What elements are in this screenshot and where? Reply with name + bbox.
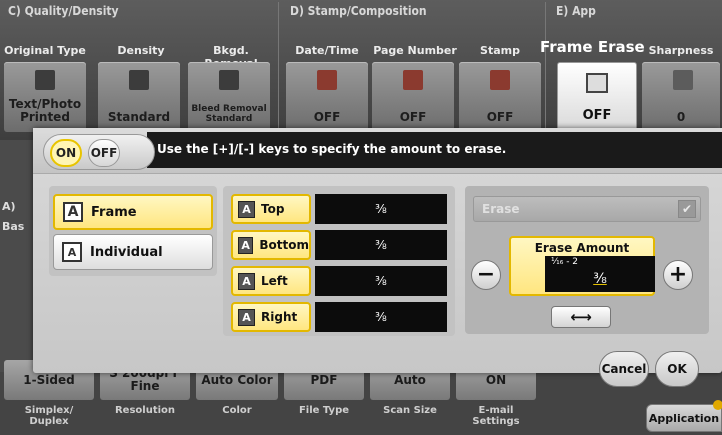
erase-label: Erase	[482, 202, 520, 216]
edge-row-left: A Left ⅜	[231, 266, 455, 296]
right-edge-button[interactable]: A Right	[231, 302, 311, 332]
erase-checkbox[interactable]: Erase ✔	[473, 196, 701, 222]
page-number-tile[interactable]: OFF	[372, 62, 454, 132]
unit-toggle-button[interactable]: ⟷	[551, 306, 611, 328]
bottom-edge-value: ⅜	[315, 230, 447, 260]
frame-erase-tile[interactable]: OFF	[557, 62, 637, 134]
top-edge-value: ⅜	[315, 194, 447, 224]
ok-button[interactable]: OK	[655, 351, 699, 387]
left-edge-value: ⅜	[315, 266, 447, 296]
frame-icon: A	[63, 202, 83, 222]
off-button[interactable]: OFF	[88, 139, 120, 167]
right-edge-icon: A	[238, 308, 255, 326]
date-time-value: OFF	[313, 110, 341, 124]
scan-size-label: Scan Size	[383, 405, 437, 416]
individual-mode-button[interactable]: A Individual	[53, 234, 213, 270]
section-divider	[545, 2, 546, 130]
application-label: Application	[648, 411, 720, 425]
hidden-section-label: A)	[2, 200, 16, 213]
density-scale-icon	[129, 70, 149, 90]
text-photo-icon	[35, 70, 55, 90]
edge-row-right: A Right ⅜	[231, 302, 455, 332]
column-label-frame-erase: Frame Erase	[540, 38, 645, 56]
erase-amount-title: Erase Amount	[534, 241, 630, 255]
stamp-value: OFF	[486, 110, 514, 124]
section-divider	[278, 2, 279, 130]
erase-amount-range: ¹⁄₁₆ - 2	[551, 257, 579, 267]
bkgd-removal-tile[interactable]: Bleed Removal Standard	[188, 62, 270, 132]
top-edge-button[interactable]: A Top	[231, 194, 311, 224]
individual-icon: A	[62, 242, 82, 262]
stamp-tile[interactable]: OFF	[459, 62, 541, 132]
resolution-label: Resolution	[114, 405, 176, 416]
frame-erase-dialog: Use the [+]/[-] keys to specify the amou…	[33, 128, 722, 387]
top-edge-label: Top	[261, 202, 285, 216]
simplex-duplex-label: Simplex/ Duplex	[24, 405, 74, 427]
section-title-quality-density: C) Quality/Density	[8, 4, 119, 18]
left-edge-button[interactable]: A Left	[231, 266, 311, 296]
original-type-value: Text/Photo Printed	[8, 97, 82, 124]
background-removal-icon	[219, 70, 239, 90]
left-edge-label: Left	[261, 274, 288, 288]
file-type-label: File Type	[298, 405, 350, 416]
instruction-message: Use the [+]/[-] keys to specify the amou…	[157, 142, 507, 156]
application-button[interactable]: Application	[646, 400, 722, 432]
column-label-date-time: Date/Time	[295, 44, 359, 57]
frame-mode-label: Frame	[91, 204, 137, 220]
frame-mode-button[interactable]: A Frame	[53, 194, 213, 230]
edge-values-panel: A Top ⅜ A Bottom ⅜ A Left ⅜ A Right ⅜	[223, 186, 455, 336]
right-edge-label: Right	[261, 310, 298, 324]
original-type-tile[interactable]: Text/Photo Printed	[4, 62, 86, 132]
bottom-edge-label: Bottom	[259, 238, 309, 252]
edge-row-bottom: A Bottom ⅜	[231, 230, 455, 260]
column-label-page-number: Page Number	[373, 44, 457, 57]
column-label-stamp: Stamp	[480, 44, 520, 57]
hidden-section-label: Bas	[2, 220, 25, 233]
date-time-tile[interactable]: OFF	[286, 62, 368, 132]
top-edge-icon: A	[238, 200, 255, 218]
message-bar: Use the [+]/[-] keys to specify the amou…	[147, 132, 722, 168]
left-edge-icon: A	[238, 272, 255, 290]
frame-erase-value: OFF	[582, 108, 612, 123]
bottom-edge-icon: A	[238, 236, 254, 254]
cancel-button[interactable]: Cancel	[599, 351, 649, 387]
density-value: Standard	[107, 110, 171, 124]
erase-amount-display: ¹⁄₁₆ - 2 ⅜	[545, 256, 655, 292]
section-title-app: E) App	[556, 4, 596, 18]
right-edge-value: ⅜	[315, 302, 447, 332]
stamp-icon	[490, 70, 510, 90]
erase-mode-panel: A Frame A Individual	[49, 186, 217, 276]
erase-amount-panel: Erase ✔ − Erase Amount ¹⁄₁₆ - 2 ⅜ + ⟷	[465, 186, 709, 334]
dialog-header: Use the [+]/[-] keys to specify the amou…	[33, 128, 722, 174]
notification-dot-icon	[713, 400, 722, 410]
page-number-stamp-icon	[403, 70, 423, 90]
column-label-density: Density	[117, 44, 165, 57]
bkgd-removal-value: Bleed Removal Standard	[191, 104, 267, 124]
erase-amount-box: Erase Amount ¹⁄₁₆ - 2 ⅜	[509, 236, 655, 296]
minus-button[interactable]: −	[471, 260, 501, 290]
plus-button[interactable]: +	[663, 260, 693, 290]
sharpness-tile[interactable]: 0	[642, 62, 720, 132]
column-label-original-type: Original Type	[4, 44, 86, 57]
checkbox-check-icon: ✔	[678, 200, 696, 218]
frame-erase-icon	[586, 73, 608, 93]
email-settings-label: E-mail Settings	[472, 405, 520, 427]
page-number-value: OFF	[399, 110, 427, 124]
on-off-toggle: ON OFF	[43, 134, 155, 170]
sharpness-value: 0	[676, 110, 686, 124]
date-time-stamp-icon	[317, 70, 337, 90]
double-arrow-icon: ⟷	[570, 308, 592, 326]
section-title-stamp-composition: D) Stamp/Composition	[290, 4, 427, 18]
column-label-sharpness: Sharpness	[648, 44, 714, 57]
on-button[interactable]: ON	[50, 139, 82, 167]
edge-row-top: A Top ⅜	[231, 194, 455, 224]
sharpness-icon	[673, 70, 693, 90]
erase-amount-value: ⅜	[593, 271, 607, 287]
bottom-edge-button[interactable]: A Bottom	[231, 230, 311, 260]
individual-mode-label: Individual	[90, 244, 163, 260]
density-tile[interactable]: Standard	[98, 62, 180, 132]
color-label: Color	[222, 405, 252, 416]
